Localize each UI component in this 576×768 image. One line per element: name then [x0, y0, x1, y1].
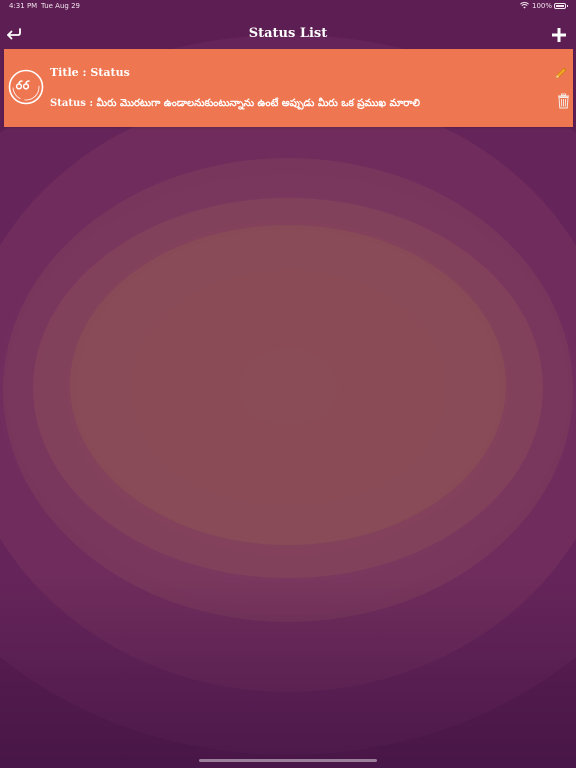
pencil-icon[interactable]	[554, 66, 568, 80]
battery-icon	[554, 3, 566, 9]
status-title: Title : Status	[50, 66, 130, 79]
page-title: Status List	[248, 26, 328, 41]
trash-icon[interactable]	[557, 93, 570, 109]
status-text: Status : మీరు మొరటుగా ఉండాలనుకుంటున్నాను…	[50, 98, 420, 109]
battery-tip	[567, 5, 568, 7]
battery-percent: 100%	[532, 2, 553, 10]
status-time: 4:31 PM	[9, 2, 38, 10]
wifi-icon	[520, 2, 529, 9]
status-list-item[interactable]: Title : Status Status : మీరు మొరటుగా ఉండ…	[4, 49, 573, 127]
home-indicator[interactable]	[199, 759, 377, 762]
status-bar: 4:31 PM Tue Aug 29 100%	[0, 0, 576, 14]
navigation-bar: Status List	[0, 20, 576, 50]
status-date: Tue Aug 29	[41, 2, 80, 10]
quote-icon	[8, 69, 44, 105]
plus-icon[interactable]	[550, 26, 568, 44]
